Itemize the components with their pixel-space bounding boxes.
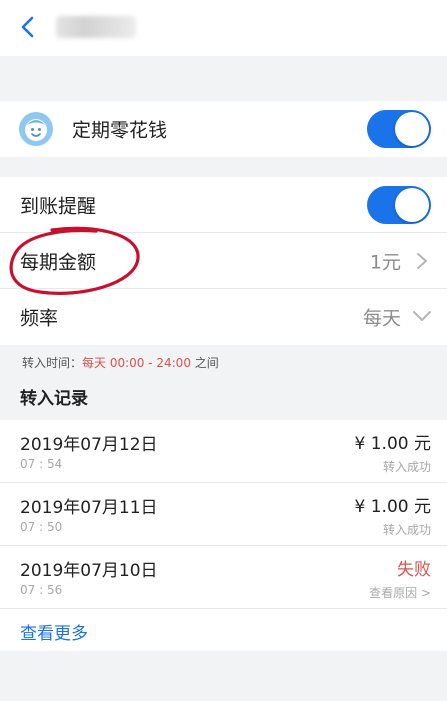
reminder-label: 到账提醒 [20,195,97,217]
record-row[interactable]: 2019年07月10日 07 : 56 失败 查看原因 > [0,546,447,609]
record-row[interactable]: 2019年07月11日 07 : 50 ¥ 1.00 元 转入成功 [0,483,447,546]
plan-title: 定期零花钱 [72,119,168,142]
records-title: 转入记录 [20,389,88,409]
record-date: 2019年07月10日 [20,561,158,581]
view-reason-link[interactable]: 查看原因 > [369,584,431,601]
amount-value: 1元 [369,251,401,273]
back-button[interactable] [14,12,44,42]
record-amount: ¥ 1.00 元 [354,434,431,454]
frequency-value: 每天 [362,307,401,330]
view-more-link[interactable]: 查看更多 [20,619,88,644]
frequency-label: 频率 [20,307,59,330]
record-time: 07 : 56 [20,583,63,597]
record-date: 2019年07月12日 [20,435,158,455]
nav-bar [0,0,447,56]
settings-section: 到账提醒 每期金额 1元 频率 每天 [0,177,447,345]
transfer-time-note: 转入时间：每天 00:00 - 24:00 之间 [22,354,219,371]
record-amount: ¥ 1.00 元 [354,497,431,517]
page-title-redacted [56,16,136,38]
record-time: 07 : 54 [20,457,63,471]
plan-toggle-knob [395,112,429,146]
chevron-down-icon [413,311,431,321]
record-row[interactable]: 2019年07月12日 07 : 54 ¥ 1.00 元 转入成功 [0,420,447,483]
transfer-time-suffix: 之间 [190,356,219,370]
amount-label: 每期金额 [20,251,97,273]
plan-toggle[interactable] [367,110,431,148]
reminder-toggle-knob [395,187,429,222]
redacted-blur [56,16,136,38]
amount-row[interactable]: 每期金额 1元 [0,233,447,289]
chevron-right-icon [417,253,427,269]
record-time: 07 : 50 [20,520,63,534]
record-status: 转入成功 [382,523,431,537]
record-date: 2019年07月11日 [20,498,158,518]
smiley-face-icon [19,112,53,146]
transfer-time-prefix: 转入时间： [22,356,83,370]
records-section: 2019年07月12日 07 : 54 ¥ 1.00 元 转入成功 2019年0… [0,420,447,651]
frequency-row[interactable]: 频率 每天 [0,289,447,345]
record-status: 转入成功 [382,460,431,474]
more-row: 查看更多 [0,609,447,651]
transfer-time-range: 每天 00:00 - 24:00 [82,356,191,370]
plan-row: 定期零花钱 [0,101,447,157]
chevron-left-icon [21,16,34,38]
record-failed-label: 失败 [397,560,431,580]
reminder-toggle[interactable] [367,185,431,224]
plan-section: 定期零花钱 [0,101,447,157]
reminder-row: 到账提醒 [0,177,447,233]
